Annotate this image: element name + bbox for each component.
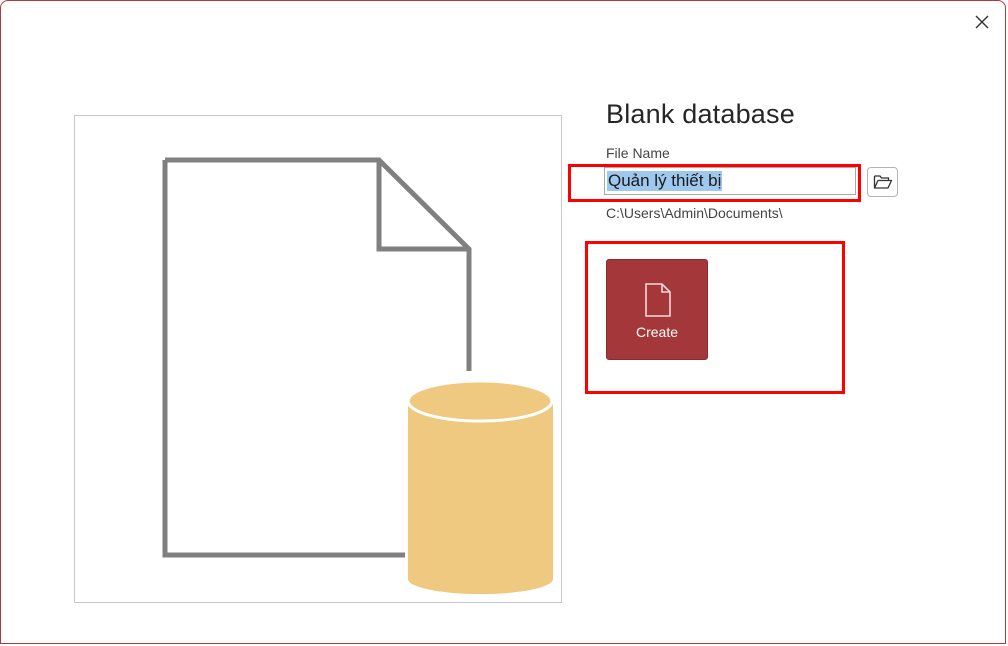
folder-open-icon [873, 175, 893, 189]
file-name-value: Quản lý thiết bị [607, 171, 723, 191]
database-preview-panel [74, 115, 562, 603]
create-button[interactable]: Create [606, 259, 708, 360]
dialog-title: Blank database [606, 99, 795, 129]
file-name-input[interactable]: Quản lý thiết bị [604, 167, 856, 195]
close-button[interactable] [971, 11, 993, 33]
close-icon [975, 15, 989, 29]
browse-folder-button[interactable] [867, 167, 898, 197]
database-document-illustration [162, 157, 554, 595]
create-button-label: Create [635, 324, 679, 340]
blank-database-dialog: Blank database File Name Quản lý thiết b… [0, 0, 1006, 644]
document-icon [645, 283, 671, 317]
file-name-label: File Name [606, 145, 670, 161]
save-path-text: C:\Users\Admin\Documents\ [606, 205, 783, 221]
